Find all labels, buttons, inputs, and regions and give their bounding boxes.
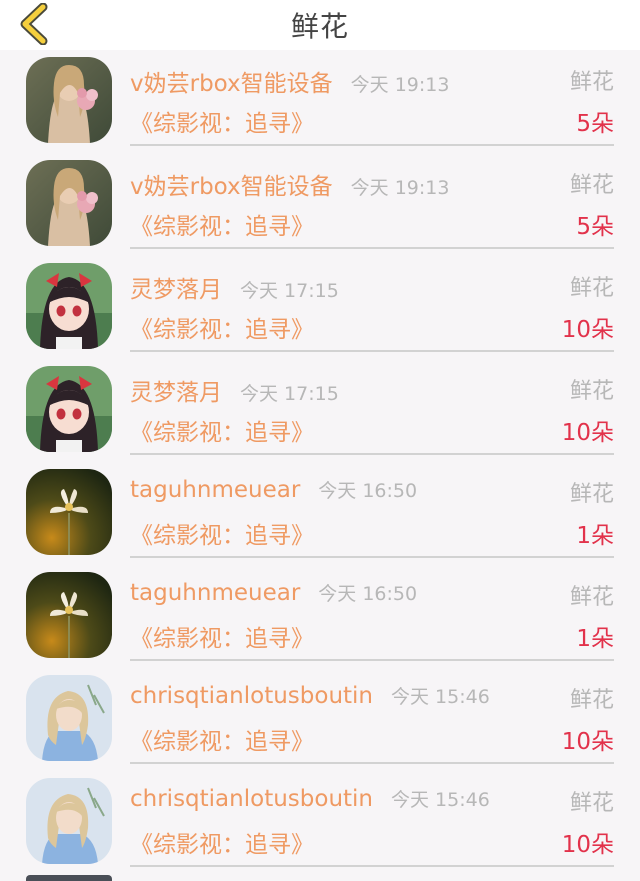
gift-type: 鲜花 — [569, 688, 614, 713]
sender-name[interactable]: v妫芸rbox智能设备 今天 19:13 — [130, 167, 449, 201]
gift-count: 10朵 — [561, 420, 614, 446]
gift-type: 鲜花 — [569, 791, 614, 816]
timestamp: 今天 17:15 — [240, 280, 339, 302]
list-item[interactable]: taguhnmeuear 今天 16:50 鲜花《综影视：追寻》 1朵 — [0, 464, 640, 567]
list-item-info: taguhnmeuear 今天 16:50 鲜花《综影视：追寻》 1朵 — [130, 464, 614, 558]
gift-type: 鲜花 — [569, 276, 614, 301]
sender-name[interactable]: chrisqtianlotusboutin 今天 15:46 — [130, 682, 490, 709]
page-title: 鲜花 — [290, 10, 349, 43]
timestamp: 今天 17:15 — [240, 383, 339, 405]
gift-count: 1朵 — [576, 523, 614, 549]
list-item-info: 灵梦落月 今天 17:15 鲜花《综影视：追寻》 10朵 — [130, 258, 614, 352]
timestamp: 今天 15:46 — [391, 789, 490, 811]
list-item-info: chrisqtianlotusboutin 今天 15:46 鲜花《综影视：追寻》 1… — [130, 670, 614, 764]
avatar[interactable] — [26, 263, 112, 349]
sender-name[interactable]: chrisqtianlotusboutin 今天 15:46 — [130, 785, 490, 812]
list-item[interactable]: 灵梦落月 今天 17:15 鲜花《综影视：追寻》 10朵 — [0, 361, 640, 464]
timestamp: 今天 19:13 — [350, 74, 450, 96]
list-item-info: v妫芸rbox智能设备 今天 19:13 鲜花《综影视：追寻》 5朵 — [130, 52, 614, 146]
header-bar: 鲜花 — [0, 0, 640, 50]
list-item-info: 灵梦落月 今天 17:15 鲜花《综影视：追寻》 10朵 — [130, 361, 614, 455]
timestamp: 今天 19:13 — [350, 177, 450, 199]
chevron-left-icon — [20, 3, 48, 45]
gift-count: 10朵 — [561, 832, 614, 858]
avatar[interactable] — [26, 366, 112, 452]
gift-count: 10朵 — [561, 317, 614, 343]
list-item[interactable]: taguhnmeuear 今天 16:50 鲜花《综影视：追寻》 1朵 — [0, 567, 640, 670]
gift-type: 鲜花 — [569, 70, 614, 95]
work-title[interactable]: 《综影视：追寻》 — [130, 619, 314, 653]
avatar[interactable] — [26, 675, 112, 761]
list-item-info: chrisqtianlotusboutin 今天 15:46 鲜花《综影视：追寻》 1… — [130, 773, 614, 867]
work-title[interactable]: 《综影视：追寻》 — [130, 825, 314, 859]
gift-count: 10朵 — [561, 729, 614, 755]
next-item-avatar-peek — [26, 875, 112, 881]
list-item[interactable]: v妫芸rbox智能设备 今天 19:13 鲜花《综影视：追寻》 5朵 — [0, 155, 640, 258]
timestamp: 今天 16:50 — [318, 583, 418, 605]
work-title[interactable]: 《综影视：追寻》 — [130, 516, 314, 550]
gift-record-list: v妫芸rbox智能设备 今天 19:13 鲜花 《综影视：追寻》 5朵 v妫芸rbox智能… — [0, 52, 640, 876]
list-item-info: taguhnmeuear 今天 16:50 鲜花《综影视：追寻》 1朵 — [130, 567, 614, 661]
avatar[interactable] — [26, 160, 112, 246]
work-title[interactable]: 《综影视：追寻》 — [130, 207, 314, 241]
timestamp: 今天 15:46 — [391, 686, 490, 708]
list-item[interactable]: chrisqtianlotusboutin 今天 15:46 鲜花《综影视：追寻》 1… — [0, 773, 640, 876]
work-title[interactable]: 《综影视：追寻》 — [130, 310, 314, 344]
gift-count: 5朵 — [576, 214, 614, 240]
gift-type: 鲜花 — [569, 379, 614, 404]
work-title[interactable]: 《综影视：追寻》 — [130, 722, 314, 756]
list-item-info: v妫芸rbox智能设备 今天 19:13 鲜花《综影视：追寻》 5朵 — [130, 155, 614, 249]
work-title[interactable]: 《综影视：追寻》 — [130, 104, 314, 138]
gift-count: 1朵 — [576, 626, 614, 652]
sender-name[interactable]: 灵梦落月 今天 17:15 — [130, 373, 339, 407]
sender-name[interactable]: taguhnmeuear 今天 16:50 — [130, 579, 417, 606]
gift-type: 鲜花 — [569, 585, 614, 610]
timestamp: 今天 16:50 — [318, 480, 418, 502]
gift-type: 鲜花 — [569, 482, 614, 507]
sender-name[interactable]: taguhnmeuear 今天 16:50 — [130, 476, 417, 503]
list-item[interactable]: v妫芸rbox智能设备 今天 19:13 鲜花《综影视：追寻》 5朵 — [0, 52, 640, 155]
gift-count: 5朵 — [576, 111, 614, 137]
list-item[interactable]: chrisqtianlotusboutin 今天 15:46 鲜花《综影视：追寻》 1… — [0, 670, 640, 773]
gift-type: 鲜花 — [569, 173, 614, 198]
avatar[interactable] — [26, 572, 112, 658]
avatar[interactable] — [26, 57, 112, 143]
sender-name[interactable]: v妫芸rbox智能设备 今天 19:13 — [130, 64, 449, 98]
back-button[interactable] — [14, 2, 54, 46]
sender-name[interactable]: 灵梦落月 今天 17:15 — [130, 270, 339, 304]
work-title[interactable]: 《综影视：追寻》 — [130, 413, 314, 447]
avatar[interactable] — [26, 469, 112, 555]
list-item[interactable]: 灵梦落月 今天 17:15 鲜花《综影视：追寻》 10朵 — [0, 258, 640, 361]
avatar[interactable] — [26, 778, 112, 864]
